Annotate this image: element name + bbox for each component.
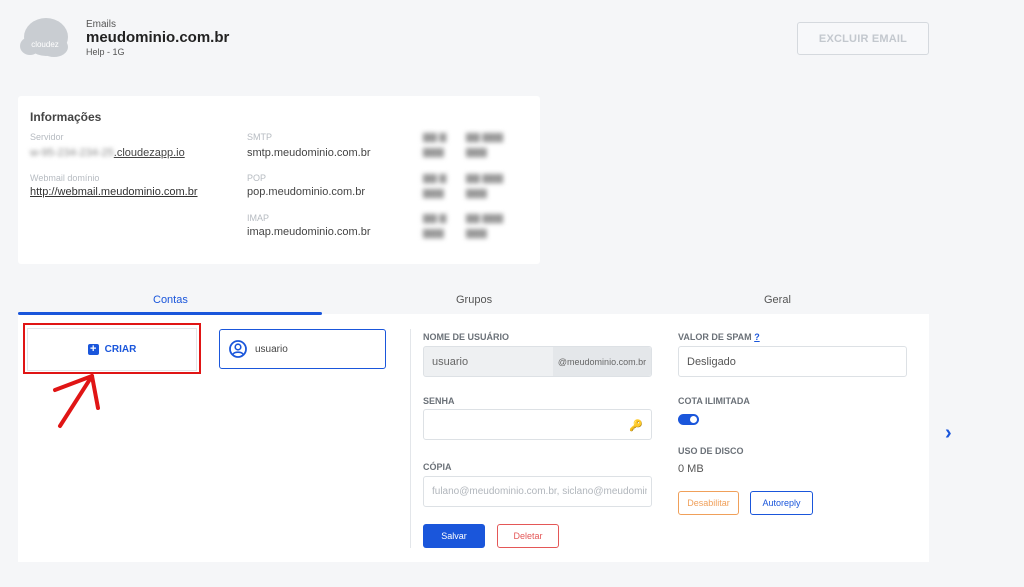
save-button[interactable]: Salvar <box>423 524 485 548</box>
disable-button[interactable]: Desabilitar <box>678 491 739 515</box>
port-blur: ▇▇ ▇▇▇ <box>466 132 504 142</box>
copy-field[interactable]: fulano@meudominio.com.br, siclano@meudom… <box>423 476 652 507</box>
delete-button[interactable]: Deletar <box>497 524 559 548</box>
highlight-box <box>23 323 201 374</box>
port-blur: ▇▇▇ <box>423 188 444 198</box>
user-avatar-icon <box>229 340 247 358</box>
cloudez-logo: cloudez <box>20 18 68 57</box>
pop-value: pop.meudominio.com.br <box>247 186 366 198</box>
imap-label: IMAP <box>247 213 270 223</box>
tab-contas[interactable]: Contas <box>153 294 188 306</box>
port-blur: ▇▇ ▇▇▇ <box>466 173 504 183</box>
port-blur: ▇▇ ▇ <box>423 173 447 183</box>
quota-label: COTA ILIMITADA <box>678 396 750 406</box>
port-blur: ▇▇▇ <box>466 188 487 198</box>
username-field[interactable]: usuario @meudominio.com.br <box>423 346 652 377</box>
password-field[interactable]: 🔑 <box>423 409 652 440</box>
annotation-arrow-icon <box>53 374 100 428</box>
account-item-usuario[interactable]: usuario <box>219 329 386 369</box>
info-title: Informações <box>30 110 102 124</box>
imap-value: imap.meudominio.com.br <box>247 226 371 238</box>
spam-select[interactable]: Desligado <box>678 346 907 377</box>
disk-label: USO DE DISCO <box>678 446 744 456</box>
delete-email-button[interactable]: EXCLUIR EMAIL <box>797 22 929 55</box>
port-blur: ▇▇ ▇ <box>423 213 447 223</box>
webmail-link[interactable]: http://webmail.meudominio.com.br <box>30 186 198 198</box>
port-blur: ▇▇▇ <box>466 228 487 238</box>
port-blur: ▇▇▇ <box>466 147 487 157</box>
quota-toggle[interactable] <box>678 414 699 425</box>
spam-help-link[interactable]: ? <box>754 332 760 342</box>
copy-placeholder: fulano@meudominio.com.br, siclano@meudom… <box>432 486 647 497</box>
copy-label: CÓPIA <box>423 462 452 472</box>
plan-label: Help - 1G <box>86 47 125 57</box>
server-blurred: w-95-234-234-25 <box>30 147 114 159</box>
tab-geral[interactable]: Geral <box>764 294 791 306</box>
page-title: meudominio.com.br <box>86 29 230 46</box>
autoreply-button[interactable]: Autoreply <box>750 491 813 515</box>
logo-text: cloudez <box>31 40 59 49</box>
disk-value: 0 MB <box>678 463 704 475</box>
account-name: usuario <box>255 343 288 355</box>
port-blur: ▇▇ ▇ <box>423 132 447 142</box>
username-value: usuario <box>432 355 469 368</box>
webmail-label: Webmail domínio <box>30 173 100 183</box>
key-icon[interactable]: 🔑 <box>629 419 643 432</box>
tab-grupos[interactable]: Grupos <box>456 294 492 306</box>
port-blur: ▇▇ ▇▇▇ <box>466 213 504 223</box>
spam-label: VALOR DE SPAM ? <box>678 332 760 342</box>
port-blur: ▇▇▇ <box>423 228 444 238</box>
smtp-value: smtp.meudominio.com.br <box>247 147 371 159</box>
info-card: Informações Servidor w-95-234-234-25.clo… <box>18 96 540 264</box>
port-blur: ▇▇▇ <box>423 147 444 157</box>
server-label: Servidor <box>30 132 64 142</box>
server-value: w-95-234-234-25.cloudezapp.io <box>30 147 185 159</box>
pop-label: POP <box>247 173 267 183</box>
domain-suffix: @meudominio.com.br <box>553 347 651 376</box>
password-label: SENHA <box>423 396 455 406</box>
panel-divider <box>410 329 411 548</box>
active-tab-indicator <box>18 312 322 315</box>
chevron-right-icon[interactable]: › <box>945 422 952 445</box>
smtp-label: SMTP <box>247 132 273 142</box>
username-label: NOME DE USUÁRIO <box>423 332 510 342</box>
